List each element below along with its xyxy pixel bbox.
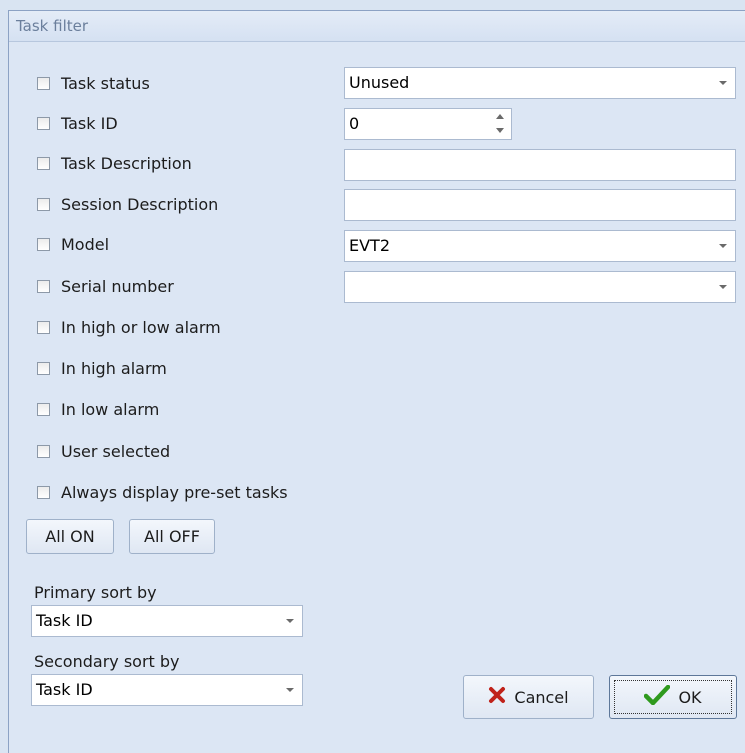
secondary-sort-label: Secondary sort by — [34, 652, 180, 671]
title-bar: Task filter — [9, 11, 745, 42]
filter-row-task-status[interactable]: Task status — [37, 72, 150, 94]
checkbox-high-or-low-alarm[interactable] — [37, 320, 50, 334]
model-dropdown[interactable]: EVT2 — [344, 230, 736, 262]
chevron-down-icon[interactable] — [286, 619, 294, 623]
ok-label: OK — [678, 687, 702, 707]
filter-label: Serial number — [61, 276, 174, 296]
red-x-icon — [488, 686, 506, 708]
task-description-input[interactable] — [344, 149, 736, 181]
spinner-buttons[interactable] — [495, 112, 505, 138]
checkbox-task-id[interactable] — [37, 116, 50, 130]
session-description-input[interactable] — [344, 189, 736, 221]
cancel-label: Cancel — [514, 687, 569, 707]
filter-row-user-selected[interactable]: User selected — [37, 440, 170, 462]
filter-label: Always display pre-set tasks — [61, 482, 288, 502]
primary-sort-value: Task ID — [36, 611, 93, 630]
checkbox-session-description[interactable] — [37, 197, 50, 211]
checkbox-low-alarm[interactable] — [37, 402, 50, 416]
filter-label: Model — [61, 234, 110, 254]
filter-label: Session Description — [61, 194, 219, 214]
ok-button[interactable]: OK — [609, 675, 737, 719]
checkbox-serial-number[interactable] — [37, 279, 50, 293]
filter-row-model[interactable]: Model — [37, 233, 109, 255]
serial-number-dropdown[interactable] — [344, 271, 736, 303]
filter-label: Task status — [61, 73, 150, 93]
filter-row-serial-number[interactable]: Serial number — [37, 275, 174, 297]
filter-label: In low alarm — [61, 399, 160, 419]
checkbox-task-description[interactable] — [37, 156, 50, 170]
checkbox-high-alarm[interactable] — [37, 361, 50, 375]
chevron-down-icon[interactable] — [719, 81, 727, 85]
filter-label: In high or low alarm — [61, 317, 221, 337]
filter-label: In high alarm — [61, 358, 167, 378]
checkbox-always-display-preset[interactable] — [37, 485, 50, 499]
primary-sort-label: Primary sort by — [34, 583, 157, 602]
secondary-sort-value: Task ID — [36, 680, 93, 699]
all-off-label: All OFF — [144, 527, 200, 546]
filter-label: Task ID — [61, 113, 118, 133]
task-id-spinner[interactable]: 0 — [344, 108, 512, 140]
all-off-button[interactable]: All OFF — [129, 519, 215, 554]
checkbox-task-status[interactable] — [37, 76, 50, 90]
model-value: EVT2 — [349, 236, 391, 255]
task-filter-dialog: Task filter Task status Task ID Task Des… — [8, 10, 745, 753]
secondary-sort-dropdown[interactable]: Task ID — [31, 674, 303, 706]
cancel-button[interactable]: Cancel — [463, 675, 594, 719]
ok-focus-rect: OK — [614, 680, 732, 714]
filter-row-task-id[interactable]: Task ID — [37, 112, 118, 134]
chevron-down-icon[interactable] — [719, 285, 727, 289]
filter-label: Task Description — [61, 153, 192, 173]
spin-down-icon[interactable] — [496, 128, 504, 133]
checkbox-user-selected[interactable] — [37, 444, 50, 458]
all-on-button[interactable]: All ON — [26, 519, 114, 554]
filter-row-always-display-preset[interactable]: Always display pre-set tasks — [37, 481, 288, 503]
task-status-value: Unused — [349, 73, 410, 92]
filter-row-high-or-low-alarm[interactable]: In high or low alarm — [37, 316, 221, 338]
filter-label: User selected — [61, 441, 171, 461]
task-id-value: 0 — [349, 114, 360, 133]
spin-up-icon[interactable] — [496, 114, 504, 119]
filter-row-high-alarm[interactable]: In high alarm — [37, 357, 167, 379]
dialog-title: Task filter — [16, 17, 89, 35]
checkbox-model[interactable] — [37, 237, 50, 251]
filter-row-session-description[interactable]: Session Description — [37, 193, 218, 215]
filter-row-low-alarm[interactable]: In low alarm — [37, 398, 159, 420]
primary-sort-dropdown[interactable]: Task ID — [31, 605, 303, 637]
all-on-label: All ON — [45, 527, 95, 546]
chevron-down-icon[interactable] — [286, 688, 294, 692]
chevron-down-icon[interactable] — [719, 244, 727, 248]
task-status-dropdown[interactable]: Unused — [344, 67, 736, 99]
green-check-icon — [644, 684, 671, 709]
filter-row-task-description[interactable]: Task Description — [37, 152, 192, 174]
